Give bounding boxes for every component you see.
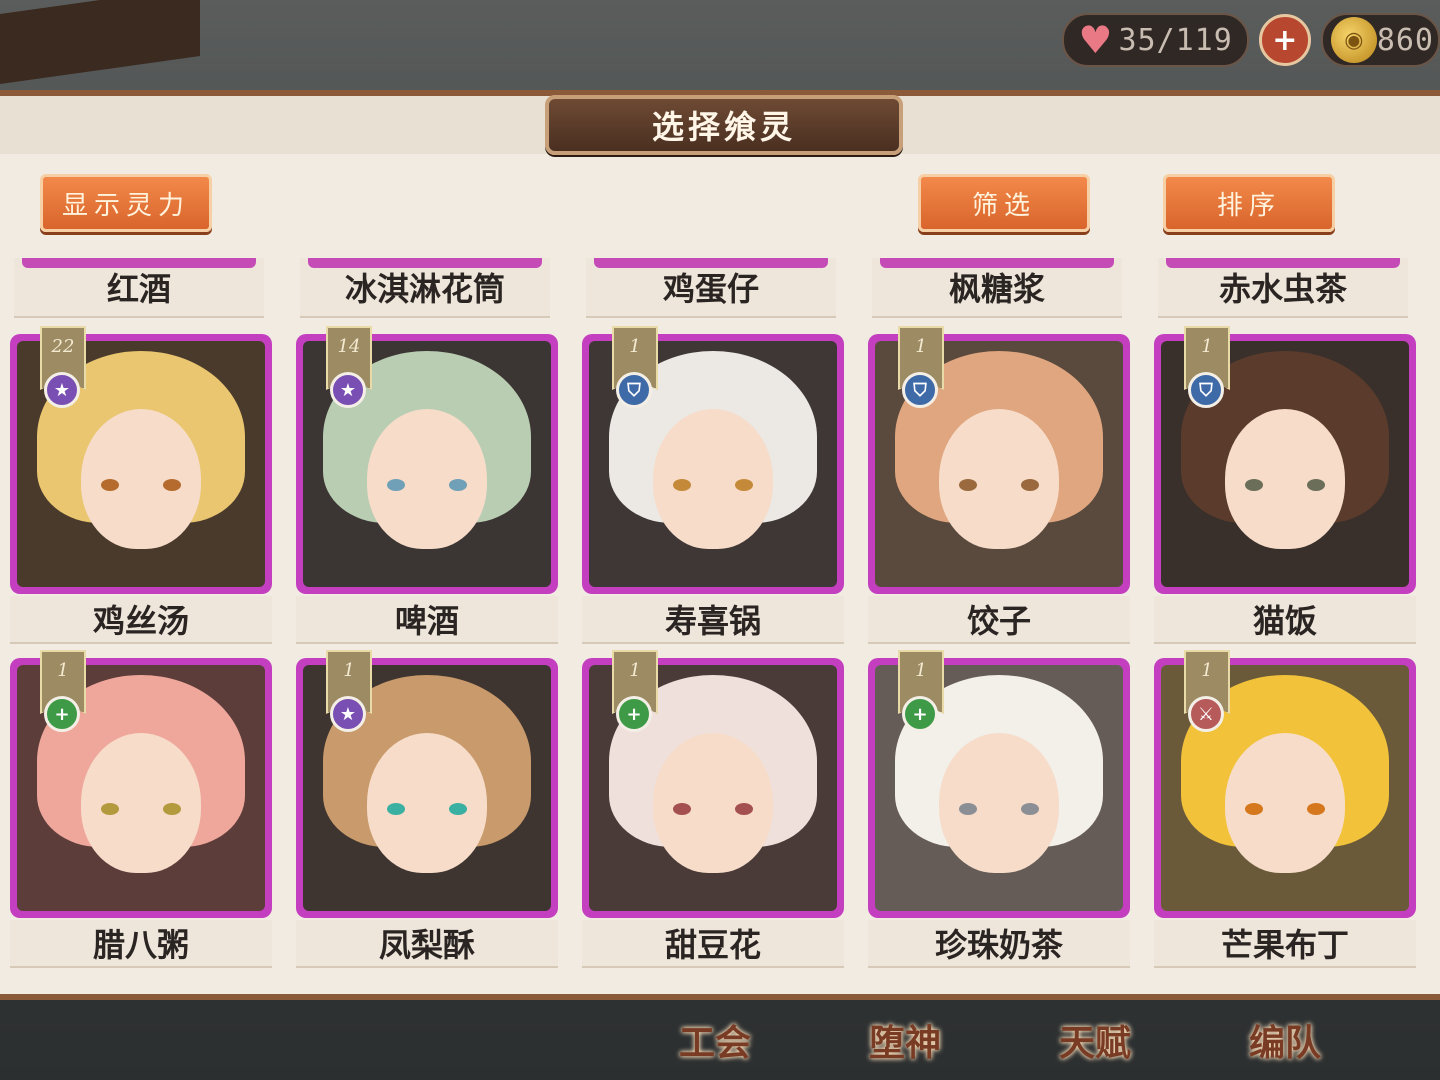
star-class-icon: ★ [330,372,366,408]
card-name-label: 赤水虫茶 [1218,270,1347,308]
plus-class-icon: + [902,696,938,732]
character-card[interactable]: 14 ★ 啤酒 [296,326,558,644]
card-name-label: 饺子 [868,596,1130,644]
nav-formation[interactable]: 编队 [1210,1010,1360,1070]
character-card[interactable]: 22 ★ 鸡丝汤 [10,326,272,644]
card-name-label: 鸡丝汤 [10,596,272,644]
nav-guild[interactable]: 工会 [640,1010,790,1070]
list-item[interactable]: 鸡蛋仔 [586,258,836,318]
dialog-title: 选择飨灵 [651,108,796,146]
card-name-label: 甜豆花 [582,920,844,968]
list-item[interactable]: 枫糖浆 [872,258,1122,318]
card-name-label: 鸡蛋仔 [662,270,759,308]
filter-button[interactable]: 筛选 [918,174,1090,232]
card-name-label: 凤梨酥 [296,920,558,968]
coin-icon: ◉ [1330,17,1377,63]
shield-class-icon: ⛉ [616,372,652,408]
card-name-label: 腊八粥 [10,920,272,968]
character-card[interactable]: 1 + 腊八粥 [10,650,272,968]
top-row-names: 红酒 冰淇淋花筒 鸡蛋仔 枫糖浆 赤水虫茶 [10,258,1430,318]
star-class-icon: ★ [330,696,366,732]
card-name-label: 红酒 [106,270,171,308]
sort-button[interactable]: 排序 [1163,174,1335,232]
star-class-icon: ★ [44,372,80,408]
stamina-display: ♥ 35/119 [1062,13,1249,67]
heart-icon: ♥ [1078,18,1113,62]
card-name-label: 枫糖浆 [948,270,1045,308]
shield-class-icon: ⛉ [902,372,938,408]
character-card[interactable]: 1 ⛉ 寿喜锅 [582,326,844,644]
card-name-label: 冰淇淋花筒 [344,270,505,308]
card-name-label: 寿喜锅 [582,596,844,644]
coin-value: 860 [1376,22,1434,58]
bottom-nav: 工会 堕神 天赋 编队 [640,1000,1440,1080]
list-item[interactable]: 红酒 [14,258,264,318]
nav-talent[interactable]: 天赋 [1020,1010,1170,1070]
plus-class-icon: + [44,696,80,732]
character-card[interactable]: 1 ⚔ 芒果布丁 [1154,650,1416,968]
sword-class-icon: ⚔ [1188,696,1224,732]
resource-bar: ♥ 35/119 + ◉ 860 [1062,8,1440,72]
shield-class-icon: ⛉ [1188,372,1224,408]
stamina-value: 35/119 [1118,22,1233,58]
card-name-label: 珍珠奶茶 [868,920,1130,968]
character-card[interactable]: 1 + 珍珠奶茶 [868,650,1130,968]
plus-class-icon: + [616,696,652,732]
list-item[interactable]: 赤水虫茶 [1158,258,1408,318]
card-name-label: 啤酒 [296,596,558,644]
list-item[interactable]: 冰淇淋花筒 [300,258,550,318]
dialog-title-plaque: 选择飨灵 [545,95,903,155]
nav-fallen-gods[interactable]: 堕神 [830,1010,980,1070]
character-card[interactable]: 1 ⛉ 饺子 [868,326,1130,644]
character-card[interactable]: 1 + 甜豆花 [582,650,844,968]
coin-display: ◉ 860 [1320,13,1440,67]
card-name-label: 猫饭 [1154,596,1416,644]
add-stamina-button[interactable]: + [1258,14,1311,66]
character-card[interactable]: 1 ★ 凤梨酥 [296,650,558,968]
card-name-label: 芒果布丁 [1154,920,1416,968]
character-card[interactable]: 1 ⛉ 猫饭 [1154,326,1416,644]
show-power-button[interactable]: 显示灵力 [40,174,212,232]
